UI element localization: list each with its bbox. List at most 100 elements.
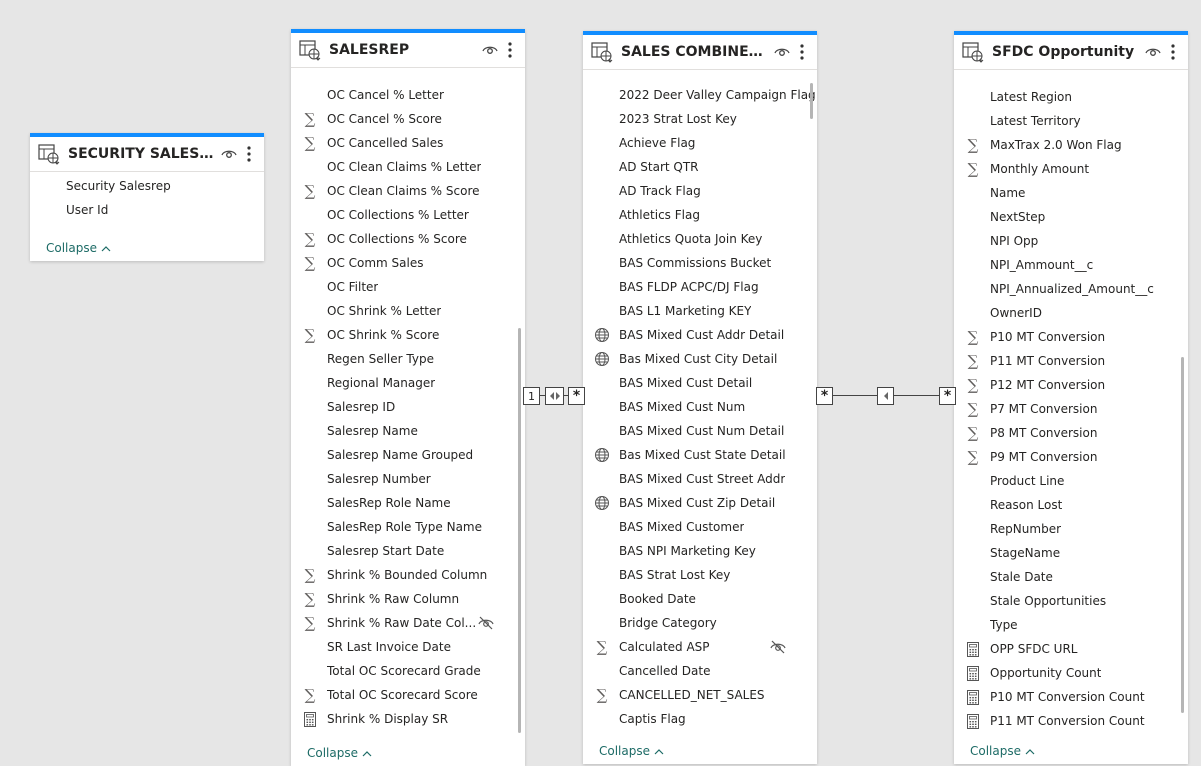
field-row[interactable]: BAS L1 Marketing KEY (583, 299, 817, 323)
table-card-security-salesrep[interactable]: SECURITY SALESREP Security Salesrep User … (30, 133, 264, 261)
field-row[interactable]: Booked Date (583, 587, 817, 611)
field-row[interactable]: ∑ Shrink % Bounded Column (291, 563, 525, 587)
filter-direction-left-icon[interactable] (877, 387, 894, 405)
field-row[interactable]: OC Collections % Letter (291, 203, 525, 227)
field-row[interactable]: BAS Mixed Cust Num Detail (583, 419, 817, 443)
field-row[interactable]: Regen Seller Type (291, 347, 525, 371)
scrollbar[interactable] (518, 328, 521, 733)
hidden-eye-slash-icon[interactable] (477, 614, 495, 632)
scrollbar[interactable] (810, 83, 813, 119)
more-options-icon[interactable] (1164, 43, 1182, 61)
field-row[interactable]: ∑ P8 MT Conversion (954, 421, 1188, 445)
more-options-icon[interactable] (240, 145, 258, 163)
field-row[interactable]: Bas Mixed Cust State Detail (583, 443, 817, 467)
field-row[interactable]: Reason Lost (954, 493, 1188, 517)
field-row[interactable]: 2023 Strat Lost Key (583, 107, 817, 131)
field-row[interactable]: Latest Region (954, 85, 1188, 109)
visibility-eye-icon[interactable] (481, 41, 499, 59)
field-row[interactable]: ∑ OC Clean Claims % Score (291, 179, 525, 203)
collapse-link[interactable]: Collapse (970, 744, 1035, 758)
field-row[interactable]: Salesrep Start Date (291, 539, 525, 563)
field-row[interactable]: 2022 Deer Valley Campaign Flag (583, 83, 817, 107)
table-card-sales-combined[interactable]: SALES COMBINED TR... 2022 Deer Valley Ca… (583, 31, 817, 764)
field-row[interactable]: ∑ OC Cancel % Score (291, 107, 525, 131)
field-row[interactable]: NextStep (954, 205, 1188, 229)
field-row[interactable]: Captis Flag (583, 707, 817, 731)
field-row[interactable]: Athletics Flag (583, 203, 817, 227)
field-list[interactable]: OC Cancel % Letter ∑ OC Cancel % Score ∑ OC … (291, 83, 525, 738)
field-row[interactable]: ∑ OC Shrink % Score (291, 323, 525, 347)
more-options-icon[interactable] (793, 43, 811, 61)
field-row[interactable]: Security Salesrep (30, 174, 264, 198)
field-row[interactable]: Regional Manager (291, 371, 525, 395)
field-list[interactable]: 2022 Deer Valley Campaign Flag 2023 Strat… (583, 83, 817, 736)
field-row[interactable]: StageName (954, 541, 1188, 565)
field-row[interactable]: ∑ P11 MT Conversion (954, 349, 1188, 373)
field-row[interactable]: Cancelled Date (583, 659, 817, 683)
table-card-sfdc-opportunity[interactable]: SFDC Opportunity Latest Region Latest Ter… (954, 31, 1188, 764)
field-row[interactable]: OC Cancel % Letter (291, 83, 525, 107)
field-row[interactable]: ∑ Calculated ASP (583, 635, 817, 659)
collapse-link[interactable]: Collapse (307, 746, 372, 760)
field-row[interactable]: BAS Mixed Customer (583, 515, 817, 539)
field-row[interactable]: BAS Mixed Cust Addr Detail (583, 323, 817, 347)
field-row[interactable]: ∑ Monthly Amount (954, 157, 1188, 181)
field-row[interactable]: ∑ Shrink % Raw Column (291, 587, 525, 611)
field-row[interactable]: BAS Mixed Cust Street Addr (583, 467, 817, 491)
field-row[interactable]: Salesrep ID (291, 395, 525, 419)
field-row[interactable]: Salesrep Name (291, 419, 525, 443)
field-row[interactable]: BAS Mixed Cust Num (583, 395, 817, 419)
field-row[interactable]: OC Filter (291, 275, 525, 299)
field-row[interactable]: BAS Mixed Cust Detail (583, 371, 817, 395)
field-row[interactable]: SR Last Invoice Date (291, 635, 525, 659)
table-header[interactable]: SALESREP (291, 33, 525, 68)
field-row[interactable]: Salesrep Name Grouped (291, 443, 525, 467)
field-row[interactable]: BAS Mixed Cust Zip Detail (583, 491, 817, 515)
field-row[interactable]: AD Start QTR (583, 155, 817, 179)
table-card-salesrep[interactable]: SALESREP OC Cancel % Letter ∑ OC Cancel % … (291, 29, 525, 766)
visibility-eye-icon[interactable] (1144, 43, 1162, 61)
field-row[interactable]: Latest Territory (954, 109, 1188, 133)
table-header[interactable]: SFDC Opportunity (954, 35, 1188, 70)
field-row[interactable]: BAS NPI Marketing Key (583, 539, 817, 563)
field-list[interactable]: Security Salesrep User Id (30, 174, 264, 233)
scrollbar[interactable] (1181, 357, 1184, 713)
field-row[interactable]: OwnerID (954, 301, 1188, 325)
field-row[interactable]: ∑ Total OC Scorecard Score (291, 683, 525, 707)
field-row[interactable]: OC Clean Claims % Letter (291, 155, 525, 179)
field-row[interactable]: ∑ CANCELLED_NET_SALES (583, 683, 817, 707)
more-options-icon[interactable] (501, 41, 519, 59)
field-row[interactable]: Stale Date (954, 565, 1188, 589)
field-row[interactable]: ∑ OC Cancelled Sales (291, 131, 525, 155)
field-row[interactable]: Athletics Quota Join Key (583, 227, 817, 251)
field-row[interactable]: AD Track Flag (583, 179, 817, 203)
field-row[interactable]: ∑ OC Collections % Score (291, 227, 525, 251)
field-row[interactable]: P10 MT Conversion Count (954, 685, 1188, 709)
visibility-eye-icon[interactable] (220, 145, 238, 163)
table-header[interactable]: SALES COMBINED TR... (583, 35, 817, 70)
field-row[interactable]: BAS FLDP ACPC/DJ Flag (583, 275, 817, 299)
hidden-eye-slash-icon[interactable] (769, 638, 787, 656)
field-row[interactable]: Type (954, 613, 1188, 637)
field-row[interactable]: Bridge Category (583, 611, 817, 635)
field-row[interactable]: ∑ P12 MT Conversion (954, 373, 1188, 397)
field-row[interactable]: ∑ P7 MT Conversion (954, 397, 1188, 421)
field-row[interactable]: OPP SFDC URL (954, 637, 1188, 661)
field-row[interactable]: P11 MT Conversion Count (954, 709, 1188, 733)
field-row[interactable]: Achieve Flag (583, 131, 817, 155)
field-row[interactable]: NPI Opp (954, 229, 1188, 253)
field-row[interactable]: Name (954, 181, 1188, 205)
collapse-link[interactable]: Collapse (46, 241, 111, 255)
field-row[interactable]: Total OC Scorecard Grade (291, 659, 525, 683)
field-row[interactable]: ∑ P9 MT Conversion (954, 445, 1188, 469)
field-row[interactable]: User Id (30, 198, 264, 222)
field-row[interactable]: OC Shrink % Letter (291, 299, 525, 323)
field-list[interactable]: Latest Region Latest Territory ∑ MaxTrax 2.… (954, 85, 1188, 736)
field-row[interactable]: Salesrep Number (291, 467, 525, 491)
field-row[interactable]: NPI_Annualized_Amount__c (954, 277, 1188, 301)
field-row[interactable]: ∑ OC Comm Sales (291, 251, 525, 275)
field-row[interactable]: Shrink % Display SR (291, 707, 525, 731)
field-row[interactable]: ∑ Shrink % Raw Date Col... (291, 611, 525, 635)
field-row[interactable]: Product Line (954, 469, 1188, 493)
field-row[interactable]: Bas Mixed Cust City Detail (583, 347, 817, 371)
